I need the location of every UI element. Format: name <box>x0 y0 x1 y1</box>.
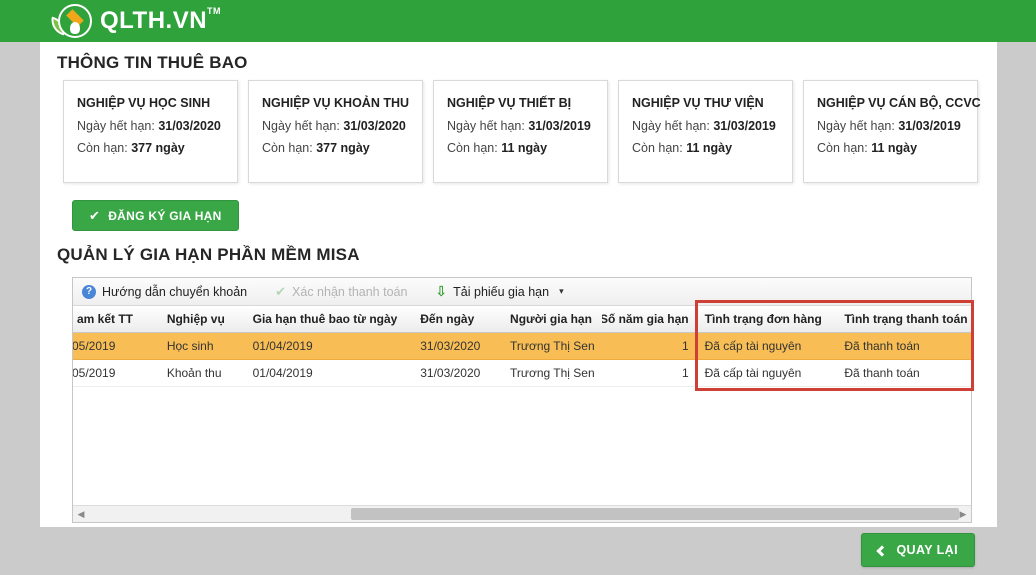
check-icon: ✔ <box>89 207 101 223</box>
column-header[interactable]: Gia hạn thuê bao từ ngày <box>245 306 413 332</box>
table-cell: 01/04/2019 <box>252 366 313 380</box>
qlth-logo[interactable]: QLTH.VNTM <box>48 4 222 38</box>
grid-toolbar: ? Hướng dẫn chuyển khoản ✔ Xác nhận than… <box>73 278 971 306</box>
back-button[interactable]: QUAY LẠI <box>861 533 975 567</box>
subscription-card-can-bo-ccvc: NGHIỆP VỤ CÁN BỘ, CCVC Ngày hết hạn: 31/… <box>803 80 981 183</box>
card-title: NGHIỆP VỤ HỌC SINH <box>77 96 211 110</box>
expiry-line: Ngày hết hạn: 31/03/2020 <box>262 119 406 133</box>
subscription-section-title: THÔNG TIN THUÊ BAO <box>57 53 248 72</box>
remaining-line: Còn hạn: 11 ngày <box>632 141 733 155</box>
table-row[interactable]: 05/2019 Khoản thu 01/04/2019 31/03/2020 … <box>73 360 971 387</box>
download-renewal-slip-button[interactable]: ⇩ Tải phiếu gia hạn ▾ <box>435 283 563 300</box>
card-title: NGHIỆP VỤ THIẾT BỊ <box>447 96 572 110</box>
table-cell: Trương Thị Sen <box>510 339 595 353</box>
column-header[interactable]: Số năm gia hạn <box>602 306 697 332</box>
table-cell: Đã cấp tài nguyên <box>704 366 802 380</box>
scrollbar-thumb[interactable] <box>351 508 959 520</box>
chevron-left-icon <box>876 544 889 557</box>
graduation-cap-icon <box>58 4 92 38</box>
subscription-card-hoc-sinh: NGHIỆP VỤ HỌC SINH Ngày hết hạn: 31/03/2… <box>63 80 238 183</box>
table-cell: Đã thanh toán <box>844 366 920 380</box>
brand-title: QLTH.VNTM <box>100 6 222 34</box>
main-content: THÔNG TIN THUÊ BAO NGHIỆP VỤ HỌC SINH Ng… <box>40 42 997 527</box>
table-cell: Đã cấp tài nguyên <box>704 339 802 353</box>
table-cell: 05/2019 <box>73 339 116 353</box>
column-header[interactable]: am kết TT <box>73 306 159 332</box>
subscription-card-khoan-thu: NGHIỆP VỤ KHOẢN THU Ngày hết hạn: 31/03/… <box>248 80 423 183</box>
table-cell: 31/03/2020 <box>420 366 481 380</box>
help-icon: ? <box>82 284 96 299</box>
column-header[interactable]: Tình trạng thanh toán <box>836 306 971 332</box>
renewal-grid: ? Hướng dẫn chuyển khoản ✔ Xác nhận than… <box>72 277 974 523</box>
remaining-line: Còn hạn: 377 ngày <box>262 141 370 155</box>
remaining-line: Còn hạn: 11 ngày <box>817 141 918 155</box>
grid-header-row: am kết TT Nghiệp vụ Gia hạn thuê bao từ … <box>73 306 971 333</box>
confirm-payment-button[interactable]: ✔ Xác nhận thanh toán <box>275 284 407 300</box>
column-header[interactable]: Người gia hạn <box>502 306 602 332</box>
card-title: NGHIỆP VỤ THƯ VIỆN <box>632 96 764 110</box>
table-cell: 05/2019 <box>73 366 116 380</box>
subscription-cards: NGHIỆP VỤ HỌC SINH Ngày hết hạn: 31/03/2… <box>63 80 981 183</box>
download-icon: ⇩ <box>435 283 448 299</box>
table-cell: 1 <box>681 366 689 380</box>
expiry-line: Ngày hết hạn: 31/03/2019 <box>447 119 591 133</box>
remaining-line: Còn hạn: 11 ngày <box>447 141 548 155</box>
table-cell: Trương Thị Sen <box>510 366 595 380</box>
table-cell: 01/04/2019 <box>252 339 313 353</box>
horizontal-scrollbar[interactable]: ◀ ▶ <box>73 505 971 522</box>
expiry-line: Ngày hết hạn: 31/03/2019 <box>632 119 776 133</box>
renewal-section-title: QUẢN LÝ GIA HẠN PHẦN MỀM MISA <box>57 245 360 264</box>
scroll-left-icon[interactable]: ◀ <box>73 506 89 522</box>
app-header: QLTH.VNTM <box>0 0 1036 42</box>
check-icon: ✔ <box>275 283 287 299</box>
expiry-line: Ngày hết hạn: 31/03/2019 <box>817 119 961 133</box>
chevron-down-icon: ▾ <box>559 286 564 296</box>
scroll-right-icon[interactable]: ▶ <box>955 506 971 522</box>
subscription-card-thiet-bi: NGHIỆP VỤ THIẾT BỊ Ngày hết hạn: 31/03/2… <box>433 80 608 183</box>
table-row[interactable]: 05/2019 Học sinh 01/04/2019 31/03/2020 T… <box>73 333 971 360</box>
expiry-line: Ngày hết hạn: 31/03/2020 <box>77 119 221 133</box>
table-cell: 1 <box>681 339 689 353</box>
remaining-line: Còn hạn: 377 ngày <box>77 141 185 155</box>
table-cell: Khoản thu <box>166 366 222 380</box>
table-cell: Đã thanh toán <box>844 339 920 353</box>
transfer-guide-button[interactable]: ? Hướng dẫn chuyển khoản <box>82 284 247 299</box>
table-cell: Học sinh <box>166 339 214 353</box>
column-header[interactable]: Tình trạng đơn hàng <box>697 306 837 332</box>
table-cell: 31/03/2020 <box>420 339 481 353</box>
register-renewal-button[interactable]: ✔ ĐĂNG KÝ GIA HẠN <box>72 200 239 231</box>
subscription-card-thu-vien: NGHIỆP VỤ THƯ VIỆN Ngày hết hạn: 31/03/2… <box>618 80 793 183</box>
card-title: NGHIỆP VỤ KHOẢN THU <box>262 96 410 110</box>
column-header[interactable]: Nghiệp vụ <box>159 306 245 332</box>
column-header[interactable]: Đến ngày <box>412 306 502 332</box>
card-title: NGHIỆP VỤ CÁN BỘ, CCVC <box>817 96 981 110</box>
